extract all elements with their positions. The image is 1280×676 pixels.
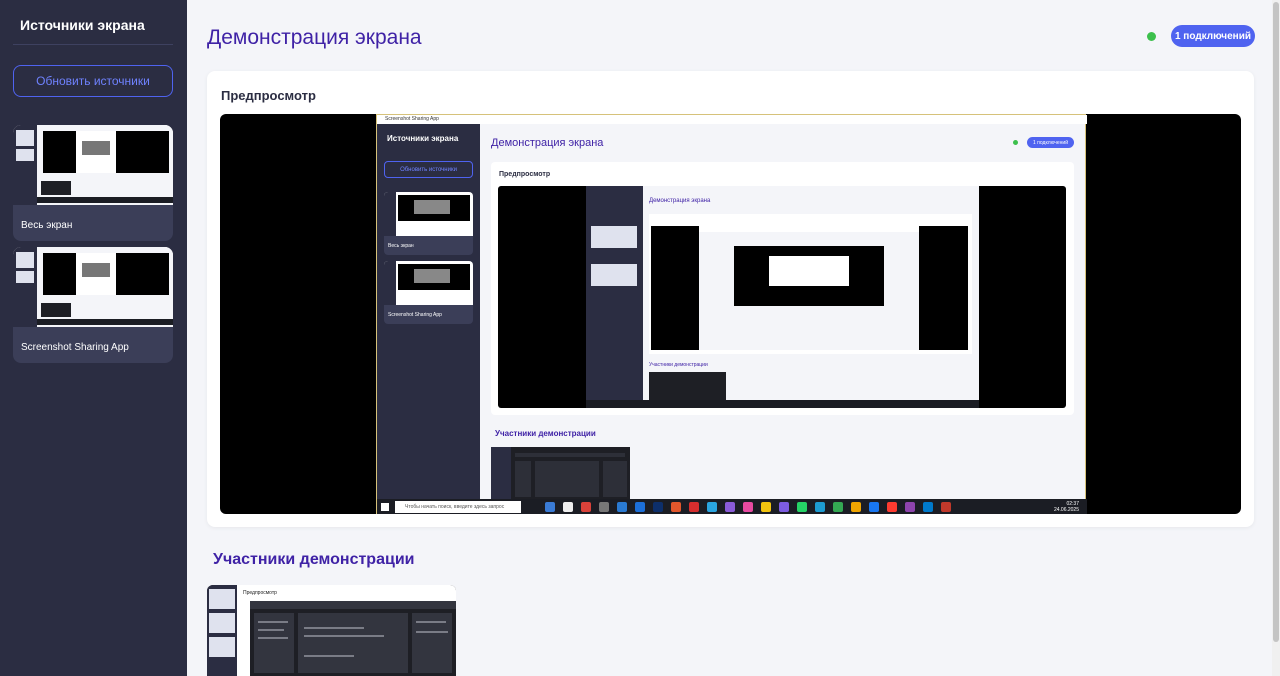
nested-sidebar-title: Источники экрана — [387, 134, 459, 143]
source-card-full-screen[interactable]: Весь экран — [13, 125, 173, 241]
source-card-app-window[interactable]: Screenshot Sharing App — [13, 247, 173, 363]
connections-badge: 1 подключений — [1171, 25, 1255, 47]
nested-taskbar-search: Чтобы начать поиск, введите здесь запрос — [395, 501, 521, 513]
taskbar-app-icon — [869, 502, 879, 512]
clock-date: 24.06.2025 — [1053, 507, 1079, 513]
taskbar-app-icon — [563, 502, 573, 512]
participant-thumb-stream — [250, 601, 456, 676]
taskbar-app-icon — [815, 502, 825, 512]
nested-connections-badge: 1 подключений — [1027, 137, 1074, 148]
taskbar-app-icon — [887, 502, 897, 512]
source-thumbnail — [13, 125, 173, 205]
taskbar-app-icon — [851, 502, 861, 512]
participant-thumb-sidebar — [207, 585, 237, 676]
source-thumbnail — [13, 247, 173, 327]
preview-card: Предпросмотр Screenshot Sharing App Исто… — [207, 71, 1254, 527]
taskbar-app-icon — [671, 502, 681, 512]
nested-taskbar: Чтобы начать поиск, введите здесь запрос — [377, 499, 1087, 514]
nested-taskbar-clock: 02:37 24.06.2025 — [1054, 501, 1079, 513]
taskbar-app-icon — [635, 502, 645, 512]
taskbar-app-icon — [779, 502, 789, 512]
nested-preview-card: Предпросмотр Демонстрация экрана Участни… — [491, 162, 1074, 415]
taskbar-app-icon — [797, 502, 807, 512]
taskbar-app-icon — [581, 502, 591, 512]
nested-source-card: Screenshot Sharing App — [384, 261, 473, 324]
taskbar-app-icon — [923, 502, 933, 512]
taskbar-app-icon — [707, 502, 717, 512]
nested-source-label: Весь экран — [388, 243, 414, 249]
nested-participants-title: Участники демонстрации — [495, 429, 596, 438]
nested-source-card: Весь экран — [384, 192, 473, 255]
taskbar-app-icon — [941, 502, 951, 512]
taskbar-app-icon — [725, 502, 735, 512]
status-online-indicator — [1147, 32, 1156, 41]
sidebar: Источники экрана Обновить источники Весь… — [0, 0, 187, 676]
windows-start-icon — [381, 503, 389, 511]
nested-level2-title: Демонстрация экрана — [649, 198, 711, 204]
nested-participant-thumb — [491, 447, 630, 499]
nested-preview-title: Предпросмотр — [499, 171, 551, 178]
preview-title: Предпросмотр — [221, 88, 316, 103]
nested-window-titlebar: Screenshot Sharing App — [377, 115, 1087, 124]
nested-page-title: Демонстрация экрана — [491, 137, 604, 149]
sidebar-title: Источники экрана — [20, 17, 145, 33]
source-label: Screenshot Sharing App — [21, 342, 129, 353]
refresh-sources-button[interactable]: Обновить источники — [13, 65, 173, 97]
nested-source-label: Screenshot Sharing App — [388, 312, 442, 318]
taskbar-app-icon — [743, 502, 753, 512]
taskbar-app-icon — [599, 502, 609, 512]
nested-screen-level2: Демонстрация экрана Участники демонстрац… — [586, 186, 979, 408]
taskbar-app-icon — [653, 502, 663, 512]
taskbar-app-icon — [689, 502, 699, 512]
preview-stream: Screenshot Sharing App Источники экрана … — [220, 114, 1241, 514]
nested-sidebar: Источники экрана Обновить источники Весь… — [377, 124, 480, 499]
nested-preview-stream: Демонстрация экрана Участники демонстрац… — [498, 186, 1066, 408]
participant-thumb-title: Предпросмотр — [243, 590, 277, 596]
taskbar-app-icon — [905, 502, 915, 512]
nested-status-dot — [1013, 140, 1018, 145]
participant-thumbnail[interactable]: Предпросмотр — [207, 585, 456, 676]
sidebar-divider — [13, 44, 173, 45]
participants-title: Участники демонстрации — [213, 551, 415, 568]
nested-screen: Screenshot Sharing App Источники экрана … — [376, 114, 1087, 514]
source-label: Весь экран — [21, 220, 73, 231]
nested-refresh-button: Обновить источники — [384, 161, 473, 178]
taskbar-app-icon — [617, 502, 627, 512]
nested-level2-participants: Участники демонстрации — [649, 362, 708, 368]
scrollbar-thumb[interactable] — [1273, 2, 1279, 642]
taskbar-app-icon — [833, 502, 843, 512]
taskbar-app-icon — [761, 502, 771, 512]
taskbar-app-icon — [545, 502, 555, 512]
page-title: Демонстрация экрана — [207, 26, 422, 49]
